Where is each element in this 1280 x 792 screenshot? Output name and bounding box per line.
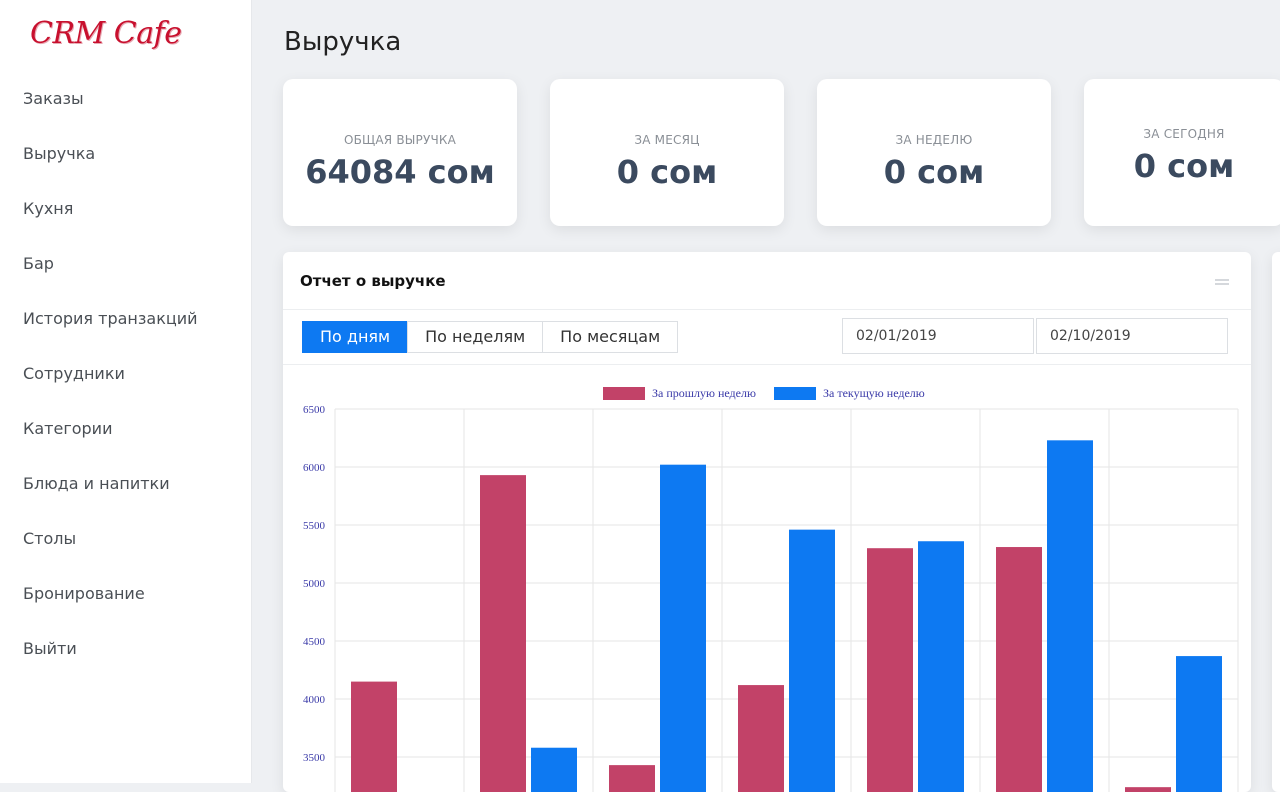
- y-tick-label: 6000: [303, 462, 326, 474]
- stat-card-month: ЗА МЕСЯЦ 0 сом: [550, 79, 784, 226]
- bar: [660, 464, 706, 792]
- stat-card-total: ОБЩАЯ ВЫРУЧКА 64084 сом: [283, 79, 517, 226]
- sidebar: CRM Cafe Заказы Выручка Кухня Бар Истори…: [0, 0, 252, 783]
- sidebar-item-logout[interactable]: Выйти: [0, 621, 251, 676]
- stat-value: 64084 сом: [305, 153, 495, 191]
- page-title: Выручка: [284, 27, 402, 57]
- bar: [1125, 787, 1171, 792]
- y-tick-label: 5000: [303, 578, 326, 590]
- y-tick-label: 6500: [303, 404, 326, 416]
- stat-card-week: ЗА НЕДЕЛЮ 0 сом: [817, 79, 1051, 226]
- y-tick-label: 5500: [303, 520, 326, 532]
- bar: [609, 765, 655, 792]
- bar: [738, 685, 784, 792]
- sidebar-item-orders[interactable]: Заказы: [0, 71, 251, 126]
- date-from-field[interactable]: 02/01/2019: [842, 318, 1034, 354]
- sidebar-item-booking[interactable]: Бронирование: [0, 566, 251, 621]
- menu-icon[interactable]: [1215, 279, 1229, 285]
- bar: [996, 547, 1042, 792]
- sidebar-item-bar[interactable]: Бар: [0, 236, 251, 291]
- stat-label: ЗА МЕСЯЦ: [634, 133, 700, 147]
- sidebar-item-categories[interactable]: Категории: [0, 401, 251, 456]
- y-tick-label: 4500: [303, 636, 326, 648]
- bar: [867, 548, 913, 792]
- revenue-bar-chart: 30003500400045005000550060006500За прошл…: [303, 386, 1239, 792]
- bar: [789, 529, 835, 792]
- stat-label: ЗА НЕДЕЛЮ: [895, 133, 973, 147]
- sidebar-item-tables[interactable]: Столы: [0, 511, 251, 566]
- app-logo[interactable]: CRM Cafe: [30, 16, 182, 51]
- bar: [351, 681, 397, 792]
- bar: [1176, 656, 1222, 792]
- legend-label: За текущую неделю: [823, 386, 925, 400]
- stat-value: 0 сом: [1133, 147, 1235, 185]
- revenue-report-panel: Отчет о выручке По дням По неделям По ме…: [283, 252, 1251, 792]
- stat-value: 0 сом: [616, 153, 718, 191]
- bar: [918, 541, 964, 792]
- sidebar-item-dishes[interactable]: Блюда и напитки: [0, 456, 251, 511]
- tab-by-weeks[interactable]: По неделям: [407, 321, 544, 353]
- bar: [1047, 440, 1093, 792]
- stat-label: ОБЩАЯ ВЫРУЧКА: [343, 133, 457, 147]
- stat-label: ЗА СЕГОДНЯ: [1143, 127, 1225, 141]
- bar: [531, 747, 577, 792]
- stat-value: 0 сом: [883, 153, 985, 191]
- sidebar-item-revenue[interactable]: Выручка: [0, 126, 251, 181]
- sidebar-item-employees[interactable]: Сотрудники: [0, 346, 251, 401]
- legend-swatch: [603, 387, 645, 400]
- sidebar-item-kitchen[interactable]: Кухня: [0, 181, 251, 236]
- tab-by-months[interactable]: По месяцам: [542, 321, 679, 353]
- bar: [480, 475, 526, 792]
- tab-by-days[interactable]: По дням: [302, 321, 409, 353]
- panel-title: Отчет о выручке: [300, 272, 446, 290]
- panel-header: Отчет о выручке: [283, 252, 1251, 310]
- sidebar-nav: Заказы Выручка Кухня Бар История транзак…: [0, 71, 251, 676]
- legend-swatch: [774, 387, 816, 400]
- legend-label: За прошлую неделю: [652, 386, 756, 400]
- y-tick-label: 3500: [303, 752, 326, 764]
- side-panel: [1272, 252, 1280, 792]
- date-to-field[interactable]: 02/10/2019: [1036, 318, 1228, 354]
- period-tabs: По дням По неделям По месяцам: [302, 321, 679, 353]
- y-tick-label: 4000: [303, 694, 326, 706]
- sidebar-item-transactions[interactable]: История транзакций: [0, 291, 251, 346]
- stat-card-today: ЗА СЕГОДНЯ 0 сом: [1084, 79, 1280, 226]
